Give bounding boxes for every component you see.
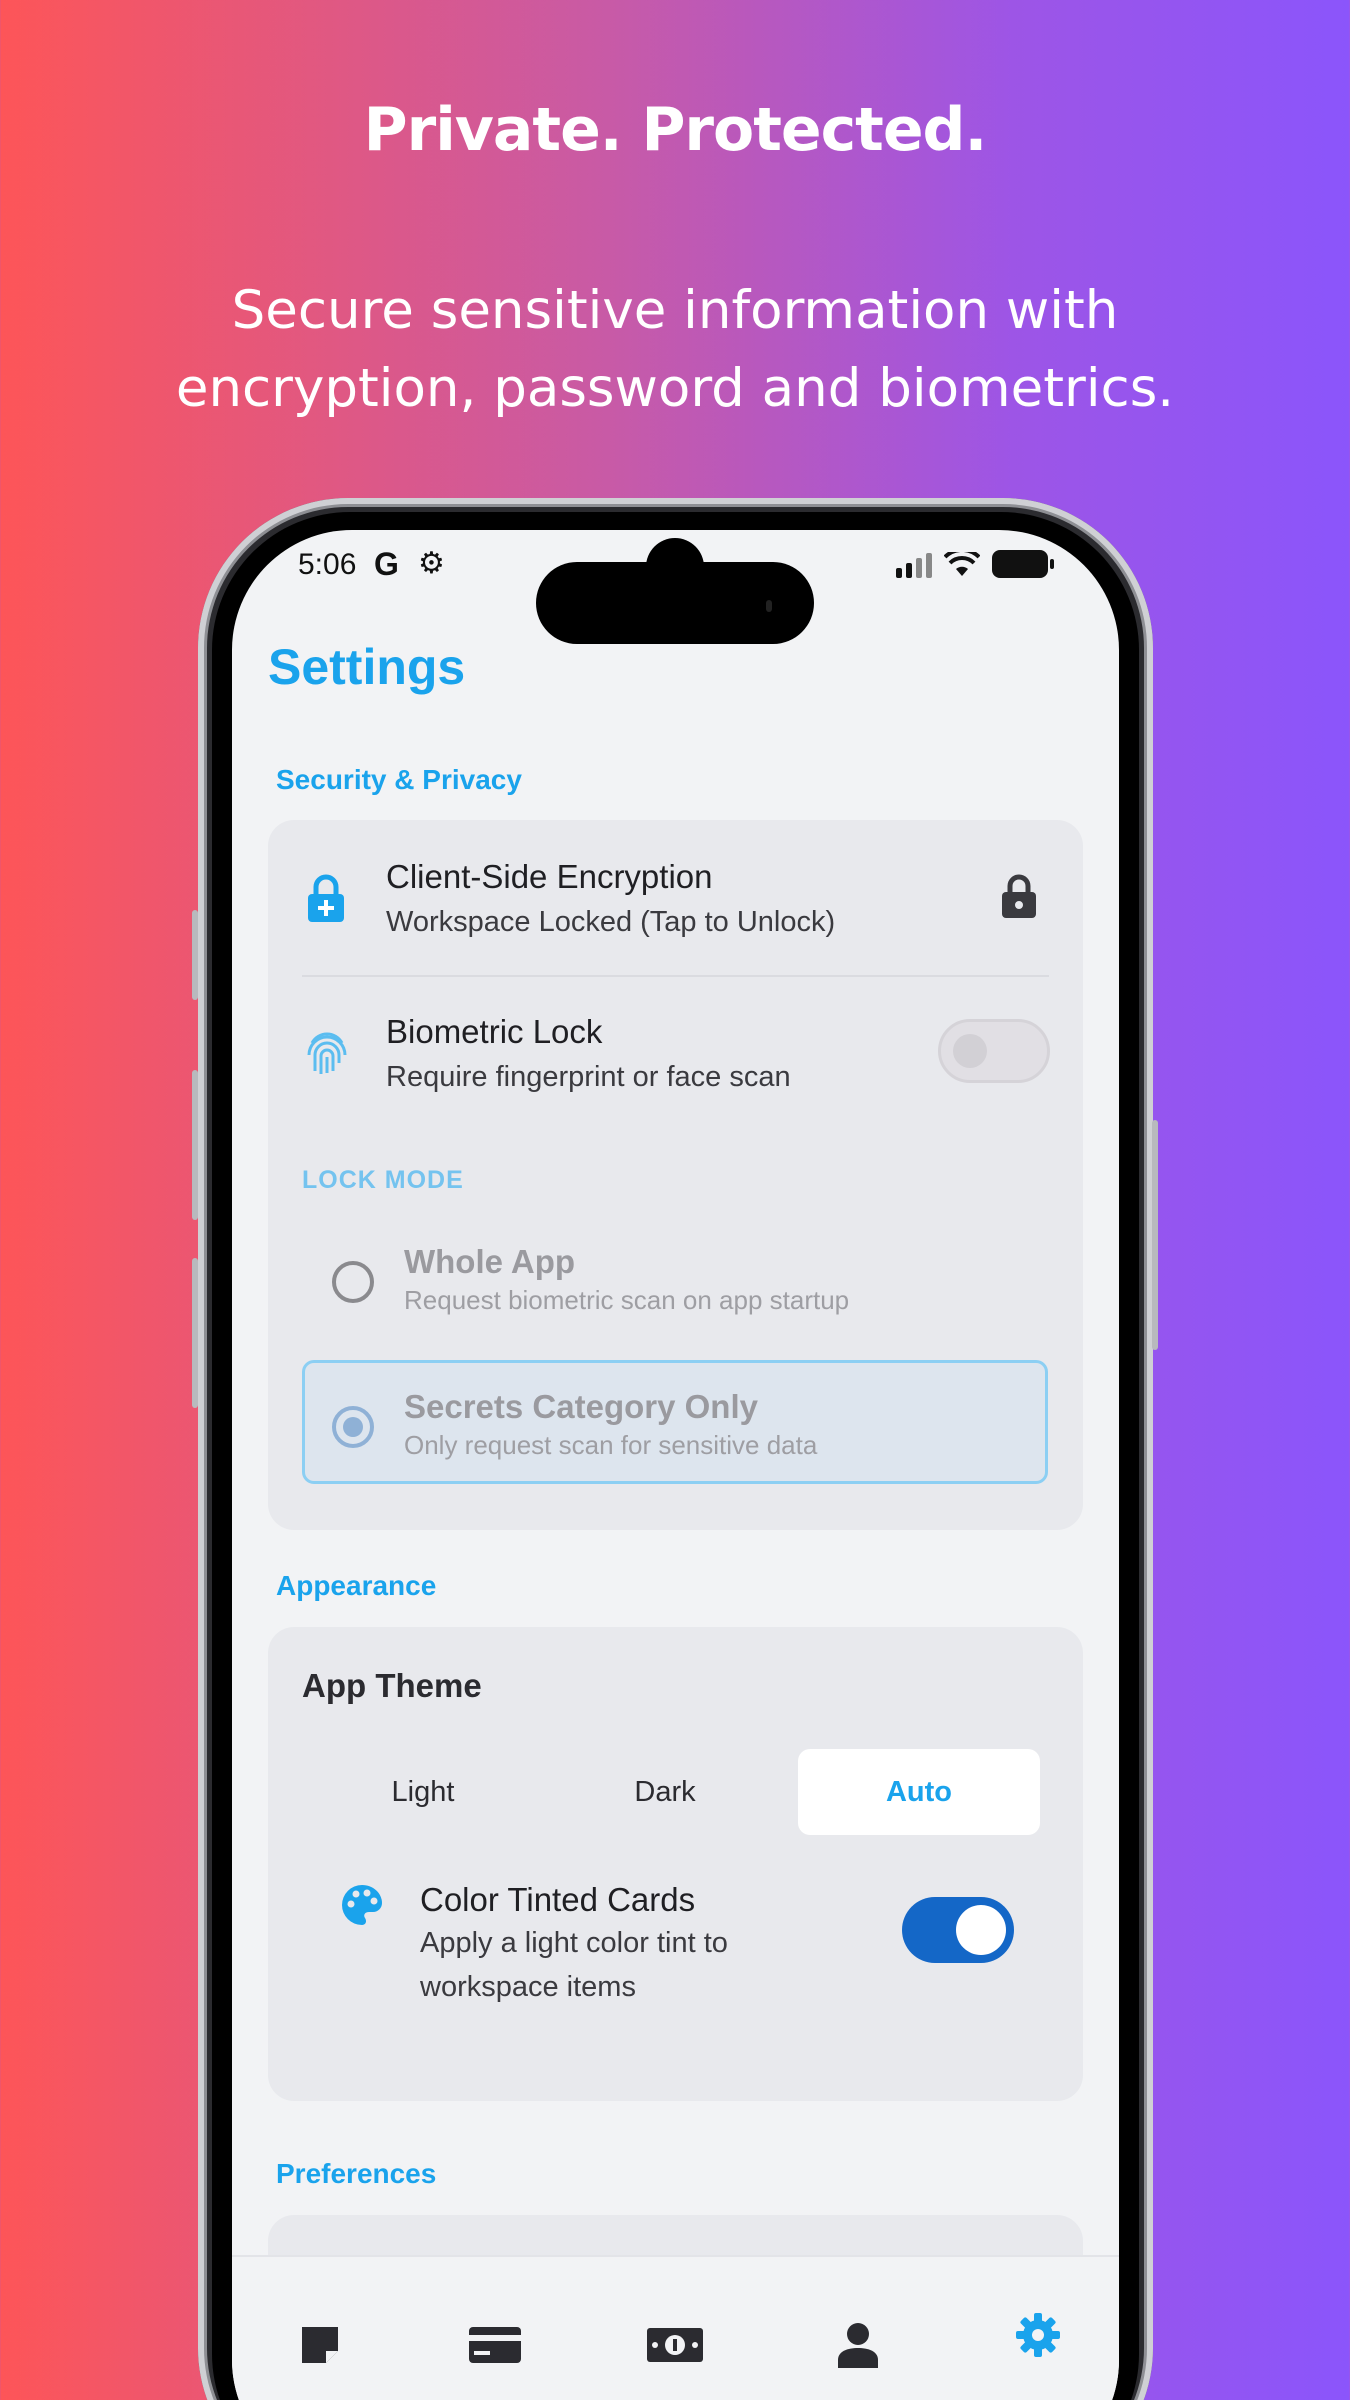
palette-icon bbox=[342, 1885, 382, 1925]
theme-option-dark[interactable]: Dark bbox=[544, 1749, 786, 1835]
front-camera bbox=[646, 538, 704, 596]
toggle-knob bbox=[956, 1905, 1006, 1955]
tinted-cards-subtitle-line-2: workspace items bbox=[420, 1971, 636, 2003]
phone-screen: 5:06 G ⚙ Settings Security & Privacy Cli… bbox=[232, 530, 1119, 2400]
encryption-row[interactable]: Client-Side Encryption Workspace Locked … bbox=[268, 820, 1083, 975]
page-title: Settings bbox=[268, 639, 466, 695]
tinted-cards-title: Color Tinted Cards bbox=[420, 1881, 696, 1918]
cellular-signal-icon bbox=[896, 552, 932, 578]
biometric-title: Biometric Lock bbox=[386, 1013, 603, 1050]
security-card: Client-Side Encryption Workspace Locked … bbox=[268, 820, 1083, 1530]
status-time: 5:06 bbox=[298, 548, 357, 581]
biometric-toggle[interactable] bbox=[938, 1019, 1050, 1083]
tab-notes[interactable] bbox=[290, 2315, 350, 2375]
option-subtitle: Request biometric scan on app startup bbox=[404, 1285, 850, 1315]
toggle-knob bbox=[953, 1034, 987, 1068]
phone-action-button bbox=[192, 910, 198, 1000]
option-subtitle: Only request scan for sensitive data bbox=[404, 1430, 818, 1460]
hero-subline-line-1: Secure sensitive information with bbox=[231, 280, 1119, 341]
hero-subline-line-2: encryption, password and biometrics. bbox=[175, 358, 1175, 419]
lock-mode-option-whole-app[interactable]: Whole App Request biometric scan on app … bbox=[302, 1215, 1048, 1339]
theme-option-light[interactable]: Light bbox=[302, 1749, 544, 1835]
phone-volume-up-button bbox=[192, 1070, 198, 1220]
appearance-card: App Theme Light Dark Auto Color Tinted C… bbox=[268, 1627, 1083, 2101]
option-title: Whole App bbox=[404, 1243, 576, 1280]
status-settings-icon: ⚙ bbox=[418, 547, 445, 580]
encryption-subtitle: Workspace Locked (Tap to Unlock) bbox=[386, 906, 836, 938]
phone-volume-down-button bbox=[192, 1258, 198, 1408]
phone-power-button bbox=[1152, 1120, 1158, 1350]
tab-cards[interactable] bbox=[465, 2315, 525, 2375]
money-icon bbox=[647, 2328, 703, 2362]
google-icon: G bbox=[374, 546, 399, 582]
encryption-title: Client-Side Encryption bbox=[386, 858, 713, 895]
island-sensor bbox=[766, 600, 772, 612]
color-tinted-cards-row[interactable]: Color Tinted Cards Apply a light color t… bbox=[268, 1877, 1083, 2047]
note-icon bbox=[302, 2327, 338, 2363]
tab-profile[interactable] bbox=[828, 2315, 888, 2375]
biometric-subtitle: Require fingerprint or face scan bbox=[386, 1061, 791, 1093]
tab-finance[interactable] bbox=[645, 2315, 705, 2375]
hero-headline: Private. Protected. bbox=[363, 95, 988, 165]
tinted-cards-subtitle-line-1: Apply a light color tint to bbox=[420, 1927, 728, 1959]
wifi-icon bbox=[944, 552, 980, 576]
person-icon bbox=[838, 2323, 878, 2368]
lock-icon bbox=[1002, 874, 1036, 918]
battery-icon bbox=[992, 550, 1054, 578]
theme-option-auto[interactable]: Auto bbox=[798, 1749, 1040, 1835]
status-indicators bbox=[896, 550, 1054, 578]
lock-mode-label: LOCK MODE bbox=[302, 1166, 464, 1194]
radio-selected[interactable] bbox=[332, 1406, 374, 1448]
fingerprint-icon bbox=[307, 1032, 347, 1074]
radio-unselected[interactable] bbox=[332, 1261, 374, 1303]
tinted-cards-toggle[interactable] bbox=[902, 1897, 1014, 1963]
section-label-security: Security & Privacy bbox=[276, 764, 522, 795]
biometric-row[interactable]: Biometric Lock Require fingerprint or fa… bbox=[268, 977, 1083, 1132]
credit-card-icon bbox=[469, 2327, 521, 2363]
section-label-appearance: Appearance bbox=[276, 1570, 437, 1601]
lock-mode-option-secrets-only[interactable]: Secrets Category Only Only request scan … bbox=[302, 1360, 1048, 1484]
tab-settings[interactable] bbox=[1008, 2305, 1068, 2365]
bottom-tab-bar bbox=[232, 2255, 1119, 2400]
lock-plus-icon bbox=[308, 874, 344, 922]
app-theme-title: App Theme bbox=[302, 1667, 482, 1704]
option-title: Secrets Category Only bbox=[404, 1388, 758, 1425]
settings-gear-icon bbox=[1016, 2313, 1060, 2357]
hero-subline: Secure sensitive information with encryp… bbox=[0, 272, 1350, 428]
section-label-preferences: Preferences bbox=[276, 2158, 437, 2189]
